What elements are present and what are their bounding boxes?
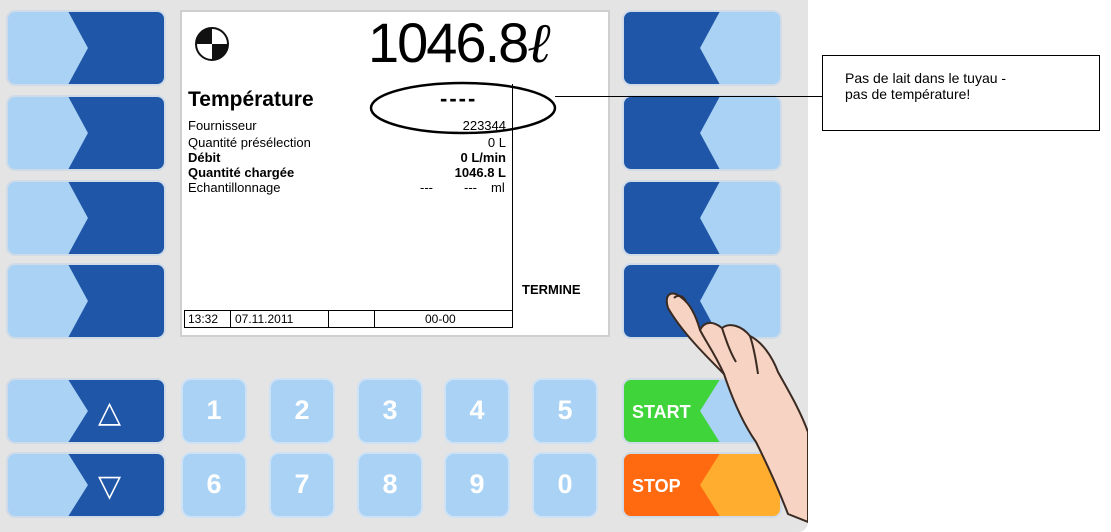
digit-key-3[interactable]: 3 — [357, 378, 423, 444]
row-value: 0 L — [487, 135, 506, 150]
digit-key-1[interactable]: 1 — [181, 378, 247, 444]
up-arrow-key[interactable]: △ — [6, 378, 166, 444]
row-sampling: Echantillonnage --- --- ml — [188, 180, 506, 196]
status-code: 00-00 — [425, 312, 456, 326]
digit-key-6[interactable]: 6 — [181, 452, 247, 518]
terminal-panel: △ ▽ 1 2 3 4 5 6 7 8 9 0 START STOP 1046.… — [0, 0, 808, 532]
volume-unit: ℓ — [527, 11, 550, 76]
left-softkey-2[interactable] — [6, 95, 166, 171]
callout-line-2: pas de température! — [845, 86, 971, 102]
temperature-title: Température — [188, 88, 314, 111]
softkey-label-termine: TERMINE — [522, 282, 581, 297]
left-softkey-3[interactable] — [6, 180, 166, 256]
digit-key-4[interactable]: 4 — [444, 378, 510, 444]
row-flow: Débit 0 L/min — [188, 150, 506, 166]
status-date: 07.11.2011 — [235, 312, 294, 326]
left-softkey-4[interactable] — [6, 263, 166, 339]
left-softkey-1[interactable] — [6, 10, 166, 86]
row-label: Débit — [188, 150, 221, 165]
digit-key-9[interactable]: 9 — [444, 452, 510, 518]
right-softkey-3[interactable] — [622, 180, 782, 256]
row-value: 1046.8 L — [454, 165, 506, 180]
digit-key-7[interactable]: 7 — [269, 452, 335, 518]
status-sep-2 — [328, 310, 329, 328]
status-time: 13:32 — [188, 312, 219, 326]
callout-line-1: Pas de lait dans le tuyau - — [845, 70, 1007, 86]
pointing-hand-icon — [665, 292, 808, 523]
digit-key-8[interactable]: 8 — [357, 452, 423, 518]
status-sep-1 — [230, 310, 231, 328]
down-arrow-key[interactable]: ▽ — [6, 452, 166, 518]
row-value: 0 L/min — [460, 150, 506, 165]
row-label: Fournisseur — [188, 120, 257, 133]
highlight-ellipse — [369, 81, 557, 135]
status-sep-3 — [374, 310, 375, 328]
status-left-edge — [184, 310, 185, 328]
down-triangle-icon: ▽ — [98, 470, 122, 503]
status-top-line — [184, 310, 513, 311]
display-screen: 1046.8ℓ Température ---- Fournisseur 223… — [180, 10, 610, 337]
row-loaded: Quantité chargée 1046.8 L — [188, 165, 506, 181]
callout-box: Pas de lait dans le tuyau - pas de tempé… — [822, 55, 1100, 131]
row-label: Quantité chargée — [188, 165, 295, 180]
row-label: Echantillonnage — [188, 180, 281, 195]
row-unit: ml — [491, 180, 505, 195]
row-value-2: --- — [464, 180, 477, 195]
row-value: --- — [420, 180, 433, 195]
right-softkey-1[interactable] — [622, 10, 782, 86]
status-bottom-line — [184, 327, 513, 328]
status-circle-icon — [195, 27, 229, 61]
callout-connector — [555, 96, 822, 97]
right-softkey-2[interactable] — [622, 95, 782, 171]
digit-key-0[interactable]: 0 — [532, 452, 598, 518]
row-preselection: Quantité présélection 0 L — [188, 135, 506, 151]
row-label: Quantité présélection — [188, 135, 311, 150]
up-triangle-icon: △ — [98, 396, 122, 429]
volume-value: 1046.8 — [368, 11, 529, 74]
volume-readout: 1046.8ℓ — [368, 10, 551, 76]
digit-key-5[interactable]: 5 — [532, 378, 598, 444]
digit-key-2[interactable]: 2 — [269, 378, 335, 444]
